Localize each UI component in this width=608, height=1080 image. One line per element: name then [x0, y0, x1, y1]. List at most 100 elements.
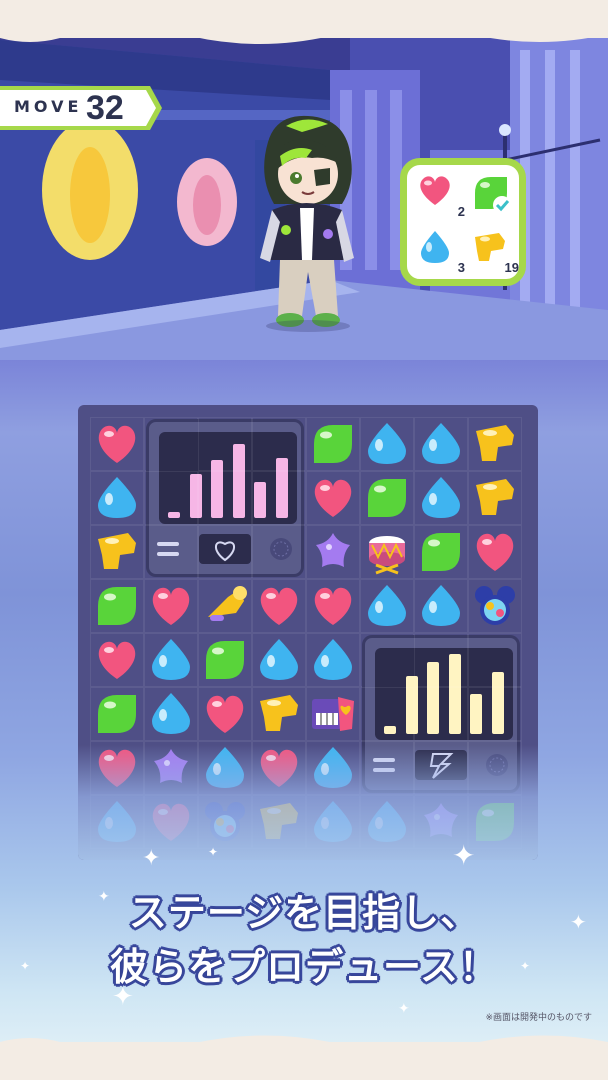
- pink-icon: [152, 587, 190, 625]
- board-cell: [252, 525, 306, 579]
- keyboard-icon: [312, 697, 354, 731]
- pink-icon: [314, 587, 352, 625]
- board-cell: [252, 471, 306, 525]
- pink-heart-candy-icon: [420, 176, 450, 205]
- goal-green: [469, 171, 519, 221]
- purple-star-icon: [316, 533, 350, 567]
- board-cell: [144, 525, 198, 579]
- pink-icon: [476, 533, 514, 571]
- pink-icon: [260, 587, 298, 625]
- blue-tile[interactable]: [92, 473, 142, 523]
- yellow-tile[interactable]: [470, 473, 520, 523]
- goal-yellow-count: 19: [504, 260, 519, 275]
- mickey-badge-tile[interactable]: [470, 581, 520, 631]
- blue-tile[interactable]: [146, 689, 196, 739]
- green-icon: [314, 425, 352, 463]
- sparkle-icon: ✦: [208, 845, 219, 859]
- game-scene: MOVE 32 2 3 19 ✦ ✦ ✦ ✦ ✦ ✦ ✦ ✦ ✦ ステージを目指…: [0, 0, 608, 1080]
- green-icon: [206, 641, 244, 679]
- development-note: ※画面は開発中のものです: [485, 1013, 592, 1023]
- puzzle-board[interactable]: [78, 405, 538, 860]
- yellow-tile[interactable]: [470, 419, 520, 469]
- blue-drop-candy-icon: [421, 231, 449, 263]
- green-leaf-candy-icon: [475, 177, 511, 214]
- blue-tile[interactable]: [416, 419, 466, 469]
- board-cell: [198, 525, 252, 579]
- drum-icon: [369, 536, 405, 575]
- bottom-wave-border: [0, 1035, 608, 1060]
- yellow-icon: [476, 425, 514, 461]
- pink-tile[interactable]: [308, 581, 358, 631]
- yellow-icon: [476, 479, 514, 515]
- board-cell: [414, 633, 468, 687]
- green-tile[interactable]: [416, 527, 466, 577]
- blue-tile[interactable]: [308, 635, 358, 685]
- pink-icon: [314, 479, 352, 517]
- blue-icon: [368, 585, 406, 626]
- blue-icon: [98, 477, 136, 518]
- caption-line-1: ステージを目指し、: [128, 891, 480, 935]
- pink-tile[interactable]: [308, 473, 358, 523]
- board-cell: [414, 687, 468, 741]
- blue-tile[interactable]: [416, 581, 466, 631]
- blue-tile[interactable]: [416, 473, 466, 523]
- green-tile[interactable]: [92, 581, 142, 631]
- board-cell: [198, 417, 252, 471]
- goal-yellow: 19: [469, 227, 519, 277]
- sparkle-icon: ✦: [452, 839, 476, 872]
- pink-tile[interactable]: [92, 419, 142, 469]
- board-cell: [198, 471, 252, 525]
- goal-blue-count: 3: [457, 260, 465, 275]
- blue-icon: [422, 477, 460, 518]
- trumpet-tile[interactable]: [200, 581, 250, 631]
- blue-icon: [422, 423, 460, 464]
- goals-panel: 2 3 19: [400, 158, 526, 286]
- sparkle-icon: ✦: [398, 1001, 410, 1017]
- green-tile[interactable]: [308, 419, 358, 469]
- board-cell: [252, 417, 306, 471]
- pink-tile[interactable]: [254, 581, 304, 631]
- pink-tile[interactable]: [200, 689, 250, 739]
- blue-icon: [152, 693, 190, 734]
- pink-tile[interactable]: [470, 527, 520, 577]
- goal-blue: 3: [415, 227, 465, 277]
- green-icon: [368, 479, 406, 517]
- idol-character: [260, 115, 354, 332]
- move-count: 32: [86, 89, 124, 127]
- blue-icon: [422, 585, 460, 626]
- yellow-tile[interactable]: [254, 689, 304, 739]
- yellow-block-candy-icon: [475, 233, 505, 261]
- board-cell: [468, 633, 522, 687]
- board-cell: [360, 687, 414, 741]
- trumpet-icon: [208, 586, 247, 621]
- promo-caption: ステージを目指し、 彼らをプロデュース！: [0, 886, 608, 994]
- blue-tile[interactable]: [146, 635, 196, 685]
- board-cell: [468, 687, 522, 741]
- green-tile[interactable]: [362, 473, 412, 523]
- yellow-tile[interactable]: [92, 527, 142, 577]
- move-label: MOVE: [14, 97, 83, 116]
- pink-icon: [206, 695, 244, 733]
- green-icon: [98, 587, 136, 625]
- green-icon: [422, 533, 460, 571]
- sparkle-icon: ✦: [142, 846, 161, 871]
- blue-tile[interactable]: [362, 581, 412, 631]
- pink-tile[interactable]: [92, 635, 142, 685]
- purple-star-tile[interactable]: [308, 527, 358, 577]
- pink-icon: [98, 425, 136, 463]
- blue-icon: [368, 423, 406, 464]
- blue-tile[interactable]: [362, 419, 412, 469]
- goal-pink: 2: [415, 171, 465, 221]
- blue-icon: [152, 639, 190, 680]
- green-tile[interactable]: [92, 689, 142, 739]
- pink-tile[interactable]: [146, 581, 196, 631]
- mickey-badge-icon: [475, 586, 515, 625]
- top-wave-border: [0, 20, 608, 44]
- keyboard-tile[interactable]: [308, 689, 358, 739]
- drum-tile[interactable]: [362, 527, 412, 577]
- green-icon: [98, 695, 136, 733]
- move-counter: MOVE 32: [0, 86, 162, 130]
- green-tile[interactable]: [200, 635, 250, 685]
- goal-pink-count: 2: [457, 204, 465, 219]
- blue-tile[interactable]: [254, 635, 304, 685]
